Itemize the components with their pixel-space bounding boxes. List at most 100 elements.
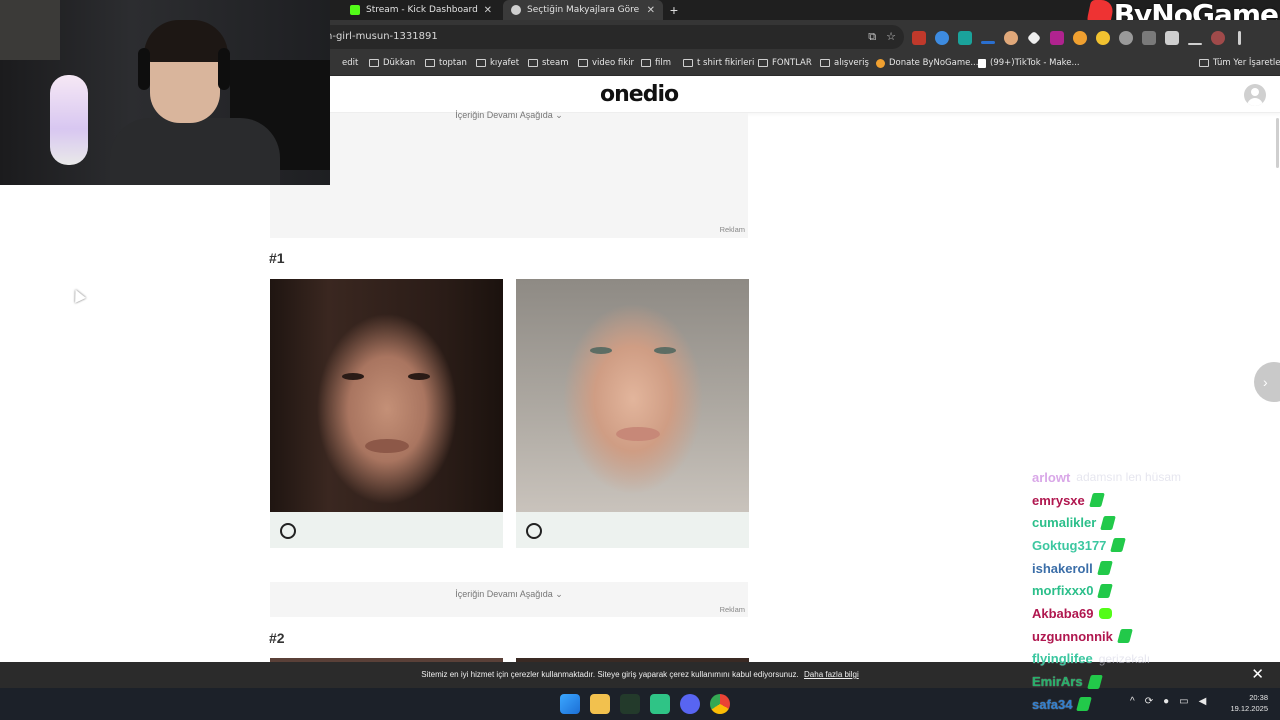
all-bookmarks[interactable]: Tüm Yer İşaretleri [1199, 58, 1280, 68]
chat-message: Goktug3177 [1032, 534, 1272, 557]
new-tab-button[interactable]: + [666, 1, 682, 19]
chat-username: safa34 [1032, 696, 1073, 712]
chat-message: EmirArs [1032, 670, 1272, 693]
scrollbar-thumb[interactable] [1276, 118, 1279, 168]
option-card[interactable] [516, 279, 749, 548]
bookmark-item[interactable]: Donate ByNoGame... [876, 58, 978, 68]
chat-username: cumalikler [1032, 515, 1097, 531]
extension-icon[interactable] [912, 31, 926, 45]
ad-container: İçeriğin Devamı Aşağıda ⌄ Reklam [270, 110, 748, 238]
chat-text: adamsın len hüsam [1076, 470, 1182, 485]
folder-icon [683, 59, 693, 67]
onedio-favicon-icon [511, 5, 521, 15]
extension-icon[interactable] [958, 31, 972, 45]
chat-message: arlowt adamsın len hüsam [1032, 466, 1272, 489]
install-app-icon[interactable]: ⧉ [868, 25, 876, 49]
folder-icon [641, 59, 651, 67]
folder-icon [476, 59, 486, 67]
ad-container: İçeriğin Devamı Aşağıda ⌄ Reklam [270, 582, 748, 617]
chat-message: uzgunnonnik [1032, 625, 1272, 648]
bookmark-folder[interactable]: FONTLAR [758, 58, 812, 68]
bookmark-label: kıyafet [490, 58, 520, 68]
profile-avatar[interactable] [1211, 31, 1225, 45]
ad-label: Reklam [719, 605, 745, 614]
ad-continue-label: İçeriğin Devamı Aşağıda ⌄ [455, 589, 563, 599]
next-arrow-button[interactable]: › [1254, 362, 1280, 402]
bookmark-folder[interactable]: steam [528, 58, 568, 68]
leaf-badge-icon [1100, 515, 1117, 530]
background-shelf [0, 0, 60, 60]
extension-icon[interactable] [981, 41, 995, 44]
download-icon[interactable] [1188, 43, 1202, 45]
tab-onedio-quiz[interactable]: Seçtiğin Makyajlara Göre Clean ✕ [503, 0, 663, 20]
tiktok-icon [978, 58, 986, 68]
leaf-badge-icon [1086, 674, 1103, 689]
chat-message: flyinglifee gerizekalı [1032, 648, 1272, 671]
leaf-badge-icon [1097, 583, 1114, 598]
url-field[interactable]: n-girl-musun-1331891 ⧉ ☆ [318, 25, 904, 49]
extensions-puzzle-icon[interactable] [1165, 31, 1179, 45]
menu-kebab-icon[interactable] [1238, 31, 1241, 45]
option-radio[interactable] [280, 523, 296, 539]
bookmark-star-icon[interactable]: ☆ [886, 25, 896, 49]
webcam-overlay [0, 0, 330, 185]
chrome-icon[interactable] [710, 694, 730, 714]
donate-icon [876, 58, 885, 68]
green-app-icon[interactable] [650, 694, 670, 714]
chat-message: cumalikler [1032, 511, 1272, 534]
folder-icon [369, 59, 379, 67]
bookmark-folder[interactable]: film [641, 58, 671, 68]
terminal-app-icon[interactable] [620, 694, 640, 714]
leaf-badge-icon [1116, 629, 1133, 644]
chat-text: gerizekalı [1098, 651, 1151, 666]
site-header: onedio [330, 77, 1280, 113]
question-title: #2 [269, 630, 285, 646]
folder-icon [1199, 59, 1209, 67]
extension-icon[interactable] [1073, 31, 1087, 45]
tab-close-icon[interactable]: ✕ [647, 5, 655, 16]
bookmark-folder[interactable]: toptan [425, 58, 467, 68]
windows-start-icon[interactable] [560, 694, 580, 714]
cookie-more-info-link[interactable]: Daha fazla bilgi [804, 670, 859, 679]
file-explorer-icon[interactable] [590, 694, 610, 714]
streamer-body [110, 118, 280, 185]
option-radio[interactable] [526, 523, 542, 539]
eye-shape [408, 373, 430, 380]
lip-shape [365, 439, 409, 453]
tab-kick-dashboard[interactable]: Stream - Kick Dashboard ✕ [342, 0, 500, 20]
tab-close-icon[interactable]: ✕ [484, 5, 492, 16]
user-account-icon[interactable] [1244, 84, 1266, 106]
bookmark-folder[interactable]: video fikir [578, 58, 634, 68]
bookmark-label: FONTLAR [772, 58, 812, 68]
folder-icon [758, 59, 768, 67]
bookmark-folder[interactable]: kıyafet [476, 58, 519, 68]
discord-icon[interactable] [680, 694, 700, 714]
leaf-badge-icon [1096, 561, 1113, 576]
chat-message: morfixxx0 [1032, 579, 1272, 602]
extension-icon[interactable] [1096, 31, 1110, 45]
bookmark-folder[interactable]: alışveriş [820, 58, 869, 68]
extension-icon[interactable] [1142, 31, 1156, 45]
extension-icon[interactable] [1026, 30, 1042, 46]
tab-title: Stream - Kick Dashboard [366, 5, 478, 15]
extension-icon[interactable] [1004, 31, 1018, 45]
bookmark-item[interactable]: edit [342, 58, 358, 68]
bookmark-item[interactable]: (99+)TikTok - Make... [978, 58, 1080, 68]
extension-icon[interactable] [1119, 31, 1133, 45]
extension-icon[interactable] [935, 31, 949, 45]
extension-icon[interactable] [1050, 31, 1064, 45]
mouse-cursor [70, 287, 86, 303]
cookie-text: Sitemiz en iyi hizmet için çerezler kull… [421, 670, 799, 679]
chat-username: Goktug3177 [1032, 537, 1107, 553]
tab-title: Seçtiğin Makyajlara Göre Clean [527, 5, 641, 15]
option-card[interactable] [270, 279, 503, 548]
bookmark-label: edit [342, 58, 359, 68]
bookmark-label: alışveriş [834, 58, 869, 68]
headset-icon [138, 48, 150, 90]
bookmark-folder[interactable]: Dükkan [369, 58, 415, 68]
bookmark-folder[interactable]: t shirt fikirleri [683, 58, 754, 68]
lip-shape [616, 427, 660, 441]
chat-overlay: arlowt adamsın len hüsam emrysxe cumalikler… [1032, 466, 1272, 716]
site-logo[interactable]: onedio [600, 82, 679, 107]
chat-message: ishakeroll [1032, 557, 1272, 580]
